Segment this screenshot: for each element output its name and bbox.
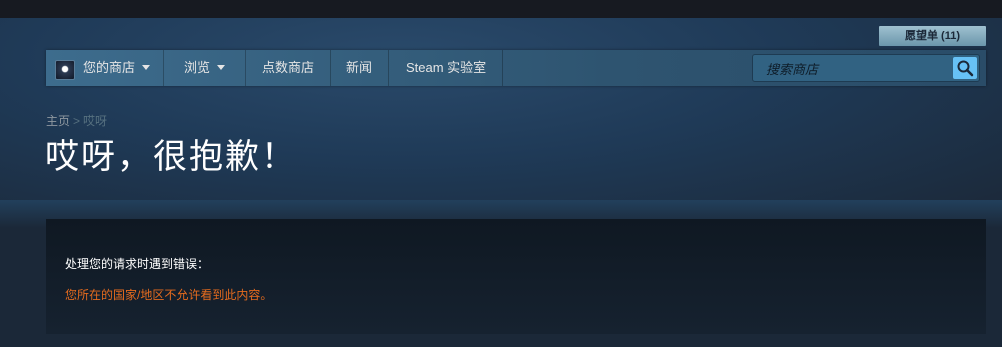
- error-message: 您所在的国家/地区不允许看到此内容。: [65, 288, 273, 302]
- nav-browse[interactable]: 浏览: [164, 50, 246, 86]
- nav-points-shop-label: 点数商店: [262, 60, 315, 75]
- nav-points-shop[interactable]: 点数商店: [246, 50, 331, 86]
- wishlist-button[interactable]: 愿望单 (11): [879, 26, 986, 46]
- nav-steam-labs-label: Steam 实验室: [406, 60, 487, 75]
- store-nav-bar: 您的商店 浏览 点数商店 新闻 Steam 实验室: [46, 50, 986, 86]
- nav-steam-labs[interactable]: Steam 实验室: [389, 50, 503, 86]
- breadcrumb-separator: >: [73, 114, 81, 128]
- page-title: 哎呀，很抱歉！: [45, 138, 297, 176]
- search-button[interactable]: [953, 57, 977, 79]
- search-icon: [957, 60, 974, 77]
- store-search: [752, 54, 980, 82]
- chevron-down-icon: [217, 65, 226, 70]
- error-heading: 处理您的请求时遇到错误：: [65, 257, 210, 271]
- nav-news-label: 新闻: [346, 60, 373, 75]
- error-panel: 处理您的请求时遇到错误： 您所在的国家/地区不允许看到此内容。: [46, 219, 986, 334]
- nav-news[interactable]: 新闻: [331, 50, 389, 86]
- avatar: [55, 60, 75, 80]
- nav-your-store-label: 您的商店: [83, 60, 136, 75]
- page-background: [0, 18, 1002, 218]
- chevron-down-icon: [142, 65, 151, 70]
- nav-browse-label: 浏览: [184, 60, 211, 75]
- breadcrumb: 主页 > 哎呀: [46, 112, 107, 129]
- breadcrumb-home-link[interactable]: 主页: [46, 114, 70, 128]
- search-input[interactable]: [754, 56, 966, 82]
- nav-your-store[interactable]: 您的商店: [46, 50, 164, 86]
- breadcrumb-current: 哎呀: [83, 114, 108, 128]
- global-header-bar: [0, 0, 1002, 18]
